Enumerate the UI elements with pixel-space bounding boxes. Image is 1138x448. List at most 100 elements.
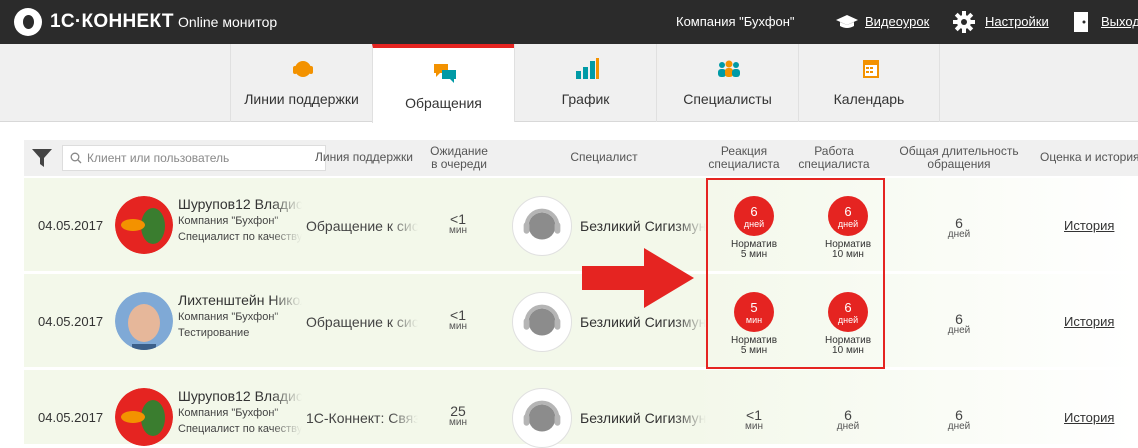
support-lines-icon [293, 61, 313, 77]
avatar [115, 292, 173, 350]
client-company: Компания "Бухфон" [178, 311, 279, 323]
col-rating: Оценка и история [1040, 150, 1138, 164]
headset-avatar-icon [512, 388, 572, 448]
col-total: Общая длительность обращения [889, 145, 1029, 171]
col-wait-line2: в очереди [431, 157, 487, 171]
history-link[interactable]: История [1064, 410, 1114, 425]
bar-chart-icon [576, 58, 599, 79]
wait-unit: мин [449, 225, 467, 236]
top-bar: 1С·КОННЕКТ Online монитор Компания "Бухф… [0, 0, 1138, 44]
reaction-value: <1 [746, 407, 762, 423]
search-icon [70, 152, 82, 164]
tab-calendar[interactable]: Календарь [798, 44, 940, 122]
tab-requests[interactable]: Обращения [372, 44, 514, 123]
reaction-unit: мин [745, 421, 763, 432]
search-placeholder: Клиент или пользователь [87, 151, 230, 165]
client-name[interactable]: Шурупов12 Владислав [178, 388, 302, 404]
queue-wait: <1 мин [428, 211, 488, 236]
history-link[interactable]: История [1064, 218, 1114, 233]
search-input[interactable]: Клиент или пользователь [62, 145, 326, 171]
reaction-metric: <1 мин [714, 407, 794, 432]
row-date: 04.05.2017 [38, 410, 104, 425]
tab-label: График [561, 91, 610, 107]
support-line: Обращение к системе [306, 218, 418, 234]
support-line: 1С-Коннект: Связь [306, 410, 418, 426]
total-duration: 6 дней [919, 311, 999, 336]
wait-unit: мин [449, 321, 467, 332]
client-name[interactable]: Лихтенштейн Николай [178, 292, 302, 308]
total-duration: 6 дней [919, 407, 999, 432]
avatar [115, 196, 173, 254]
client-role: Тестирование [178, 327, 250, 339]
specialist-name: Безликий Сигизмунд [580, 314, 706, 330]
brand-logo-text: 1С·КОННЕКТ [50, 11, 174, 32]
client-company: Компания "Бухфон" [178, 407, 279, 419]
settings-link[interactable]: Настройки [985, 14, 1049, 29]
wait-value: <1 [450, 211, 466, 227]
col-wait: Ожидание в очереди [424, 145, 494, 171]
col-reaction-line2: специалиста [708, 157, 780, 171]
tab-support-lines[interactable]: Линии поддержки [230, 44, 372, 122]
queue-wait: <1 мин [428, 307, 488, 332]
door-exit-icon[interactable] [1073, 11, 1089, 33]
people-icon [718, 60, 740, 77]
chat-icon [434, 64, 456, 83]
gear-icon[interactable] [953, 11, 975, 33]
col-wait-line1: Ожидание [430, 144, 488, 158]
col-total-line2: обращения [927, 157, 991, 171]
main-tabs: Линии поддержки Обращения График Специал… [0, 44, 1138, 123]
filter-icon[interactable] [32, 149, 52, 167]
queue-wait: 25 мин [428, 403, 488, 428]
tab-label: Специалисты [683, 91, 772, 107]
col-support-line: Линия поддержки [315, 150, 413, 164]
highlight-box [706, 178, 885, 369]
specialist-name: Безликий Сигизмунд [580, 218, 706, 234]
tab-label: Линии поддержки [244, 91, 359, 107]
client-role: Специалист по качеству [178, 423, 302, 435]
wait-unit: мин [449, 417, 467, 428]
work-metric: 6 дней [808, 408, 888, 432]
tab-specialists[interactable]: Специалисты [656, 44, 798, 122]
total-unit: дней [947, 421, 971, 432]
table-row[interactable]: 04.05.2017 Лихтенштейн Николай Компания … [24, 272, 1138, 367]
graduation-cap-icon[interactable] [835, 14, 859, 30]
col-reaction-line1: Реакция [720, 144, 768, 158]
total-unit: дней [947, 229, 971, 240]
logout-link[interactable]: Выход [1101, 14, 1138, 29]
client-company: Компания "Бухфон" [178, 215, 279, 227]
headset-avatar-icon [512, 292, 572, 352]
table-row[interactable]: 04.05.2017 Шурупов12 Владислав Компания … [24, 176, 1138, 271]
col-reaction: Реакция специалиста [699, 145, 789, 171]
total-value: 6 [955, 407, 963, 423]
calendar-icon [863, 60, 879, 78]
company-name: Компания "Бухфон" [676, 14, 795, 29]
tab-label: Обращения [405, 95, 482, 111]
avatar [115, 388, 173, 446]
table-header: Клиент или пользователь Линия поддержки … [24, 140, 1138, 176]
video-tutorial-link[interactable]: Видеоурок [865, 14, 929, 29]
client-name[interactable]: Шурупов12 Владислав [178, 196, 302, 212]
table-row[interactable]: 04.05.2017 Шурупов12 Владислав Компания … [24, 368, 1138, 448]
tab-label: Календарь [833, 91, 905, 107]
col-total-line1: Общая длительность [899, 144, 1019, 158]
headset-avatar-icon [512, 196, 572, 256]
col-work-line1: Работа [814, 144, 854, 158]
wait-value: 25 [450, 403, 466, 419]
client-role: Специалист по качеству [178, 231, 302, 243]
specialist-name: Безликий Сигизмунд [580, 410, 706, 426]
support-line: Обращение к системе [306, 314, 418, 330]
row-date: 04.05.2017 [38, 218, 104, 233]
total-value: 6 [955, 311, 963, 327]
col-work-line2: специалиста [798, 157, 870, 171]
wait-value: <1 [450, 307, 466, 323]
tab-chart[interactable]: График [514, 44, 656, 122]
total-duration: 6 дней [919, 216, 999, 240]
col-specialist: Специалист [570, 150, 638, 164]
row-date: 04.05.2017 [38, 314, 104, 329]
total-unit: дней [947, 325, 971, 336]
annotation-arrow [582, 248, 694, 308]
history-link[interactable]: История [1064, 314, 1114, 329]
app-subtitle: Online монитор [178, 14, 278, 30]
work-unit: дней [836, 421, 860, 432]
col-work: Работа специалиста [789, 145, 879, 171]
